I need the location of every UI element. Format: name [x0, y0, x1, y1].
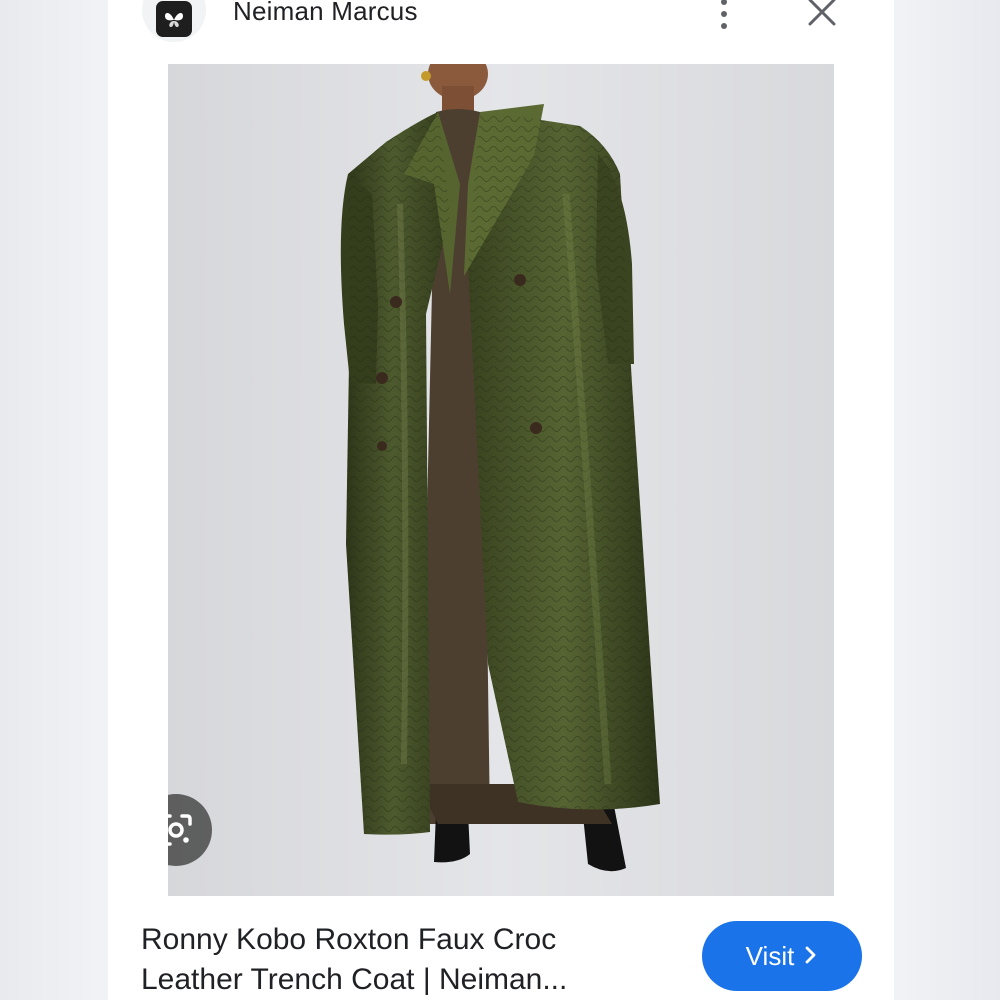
more-vert-icon[interactable]: [710, 0, 738, 34]
visit-label: Visit: [745, 940, 795, 971]
product-title[interactable]: Ronny Kobo Roxton Faux Croc Leather Tren…: [141, 920, 661, 1000]
product-title-line-2: Leather Trench Coat | Neiman...: [141, 963, 568, 996]
visit-button[interactable]: Visit: [702, 921, 862, 991]
result-header: Neiman Marcus: [108, 0, 894, 62]
product-image[interactable]: [168, 64, 834, 896]
site-name[interactable]: Neiman Marcus: [233, 0, 418, 27]
product-title-line-1: Ronny Kobo Roxton Faux Croc: [141, 923, 557, 956]
close-icon[interactable]: [802, 0, 842, 32]
chevron-right-icon: [804, 941, 818, 972]
image-result-card: Neiman Marcus Ronny Kobo Roxton Faux Cro…: [108, 0, 894, 1000]
site-favicon[interactable]: [142, 0, 206, 42]
butterfly-icon: [156, 1, 192, 37]
